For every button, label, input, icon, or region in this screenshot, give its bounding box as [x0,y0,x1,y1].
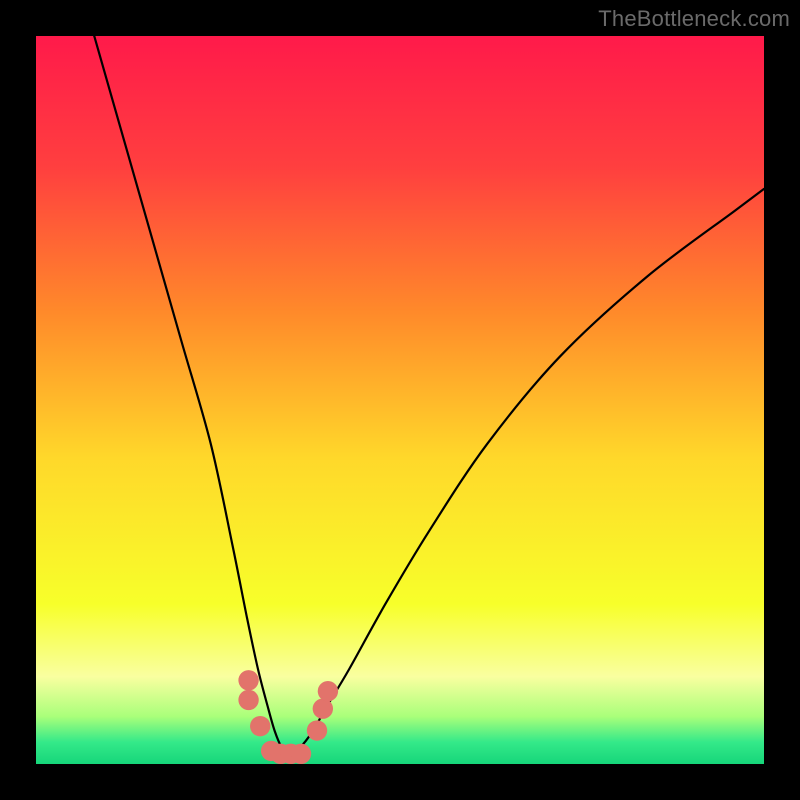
marker-dot [307,720,327,740]
marker-dot [238,670,258,690]
marker-dot [238,690,258,710]
gradient-background [36,36,764,764]
plot-area [36,36,764,764]
marker-dot [313,698,333,718]
marker-dot [318,681,338,701]
marker-dot [250,716,270,736]
watermark-text: TheBottleneck.com [598,6,790,32]
chart-svg [36,36,764,764]
chart-frame: TheBottleneck.com [0,0,800,800]
marker-dot [291,744,311,764]
